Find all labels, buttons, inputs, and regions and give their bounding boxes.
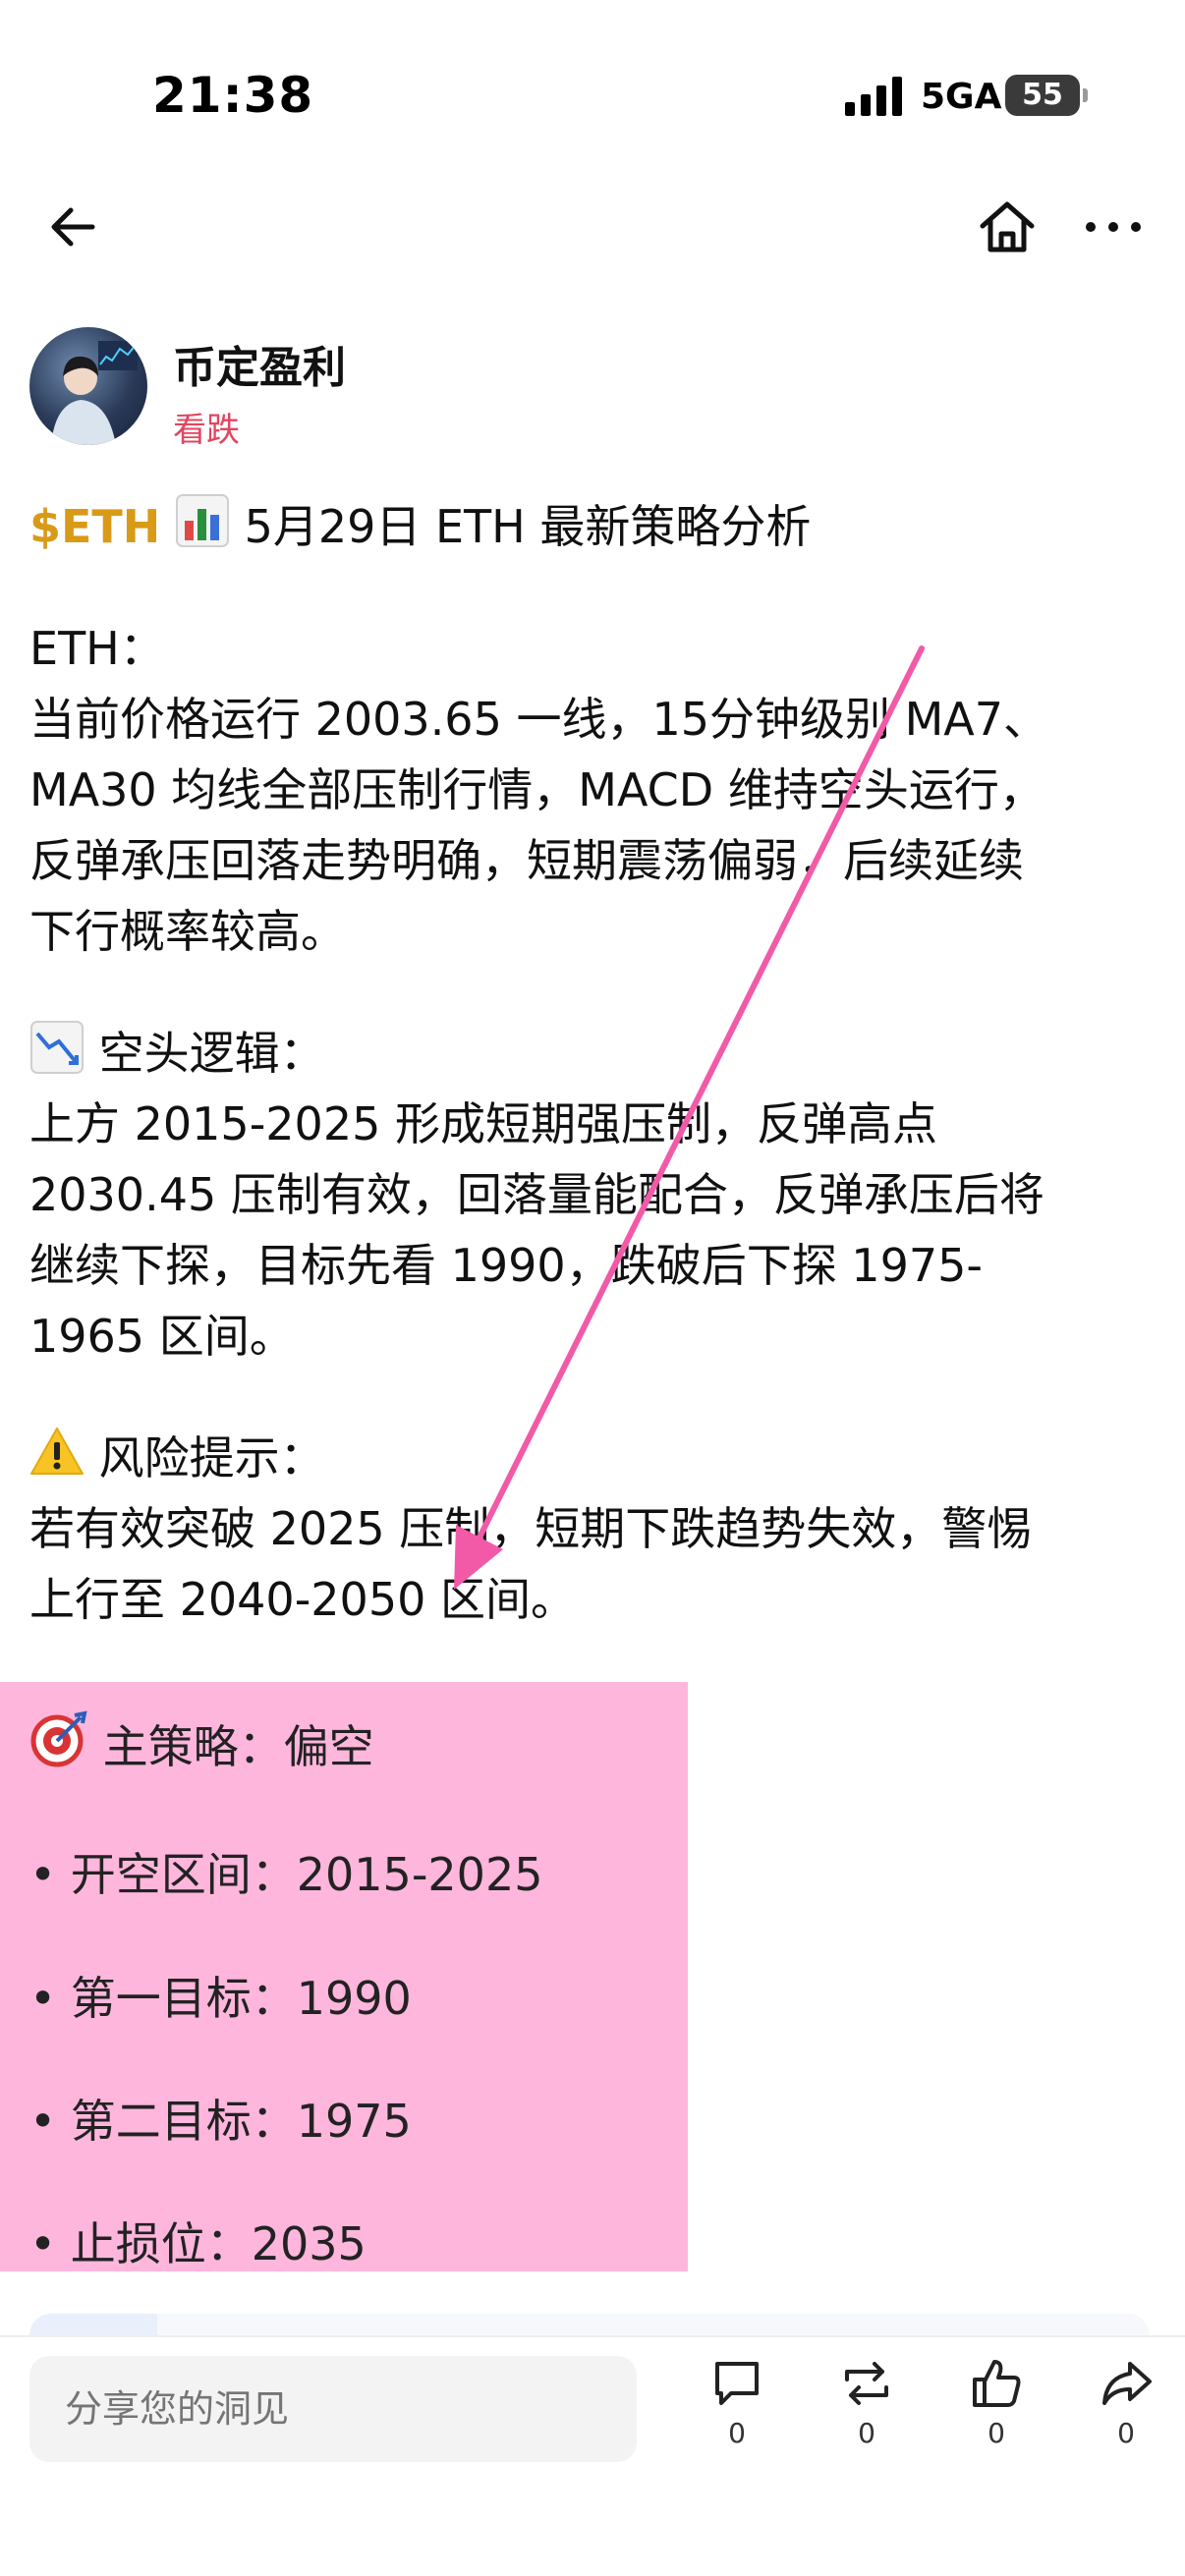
- strategy-main-row: 主策略：偏空: [29, 1709, 374, 1776]
- post-title: 5月29日 ETH 最新策略分析: [244, 500, 812, 553]
- eth-line: 下行概率较高。: [29, 905, 346, 958]
- repost-count: 0: [858, 2417, 875, 2449]
- share-count: 0: [1117, 2417, 1135, 2449]
- like-count: 0: [988, 2417, 1005, 2449]
- bear-line: 1965 区间。: [29, 1310, 295, 1363]
- ticker-link[interactable]: $ETH: [29, 500, 160, 553]
- strategy-item-stoploss: • 止损位：2035: [29, 2217, 367, 2270]
- strategy-item-target2: • 第二目标：1975: [29, 2095, 412, 2148]
- bear-line: 2030.45 压制有效，回落量能配合，反弹承压后将: [29, 1168, 1044, 1221]
- avatar-image: [51, 341, 138, 445]
- strategy-main: 主策略：偏空: [102, 1720, 374, 1773]
- back-arrow-icon[interactable]: [39, 193, 108, 261]
- signal-icon: [845, 77, 902, 116]
- risk-heading: 风险提示：: [98, 1431, 325, 1484]
- repost-icon: [845, 2362, 888, 2405]
- author-name[interactable]: 币定盈利: [173, 332, 346, 395]
- comment-button[interactable]: 0: [693, 2356, 781, 2464]
- strategy-item-target1: • 第一目标：1990: [29, 1972, 412, 2025]
- like-icon: [973, 2360, 1021, 2407]
- avatar[interactable]: [29, 327, 147, 445]
- eth-line: 当前价格运行 2003.65 一线，15分钟级别 MA7、: [29, 693, 1049, 746]
- sentiment-tag: 看跌: [173, 411, 240, 450]
- home-icon[interactable]: [973, 193, 1042, 261]
- strategy-highlight: 主策略：偏空 • 开空区间：2015-2025 • 第一目标：1990 • 第二…: [0, 1682, 688, 2271]
- battery-icon: 55: [1005, 75, 1088, 116]
- target-icon: [30, 1710, 87, 1767]
- risk-line: 若有效突破 2025 压制，短期下跌趋势失效，警惕: [29, 1502, 1033, 1555]
- bear-heading-line: 空头逻辑：: [29, 1018, 1159, 1089]
- post-title-line: $ETH 5月29日 ETH 最新策略分析: [29, 491, 1159, 562]
- comment-count: 0: [728, 2417, 746, 2449]
- bear-heading: 空头逻辑：: [98, 1027, 325, 1080]
- share-button[interactable]: 0: [1082, 2356, 1170, 2464]
- status-time: 21:38: [152, 67, 314, 124]
- network-label: 5GA: [921, 77, 1002, 117]
- status-bar: 21:38 5GA 55: [0, 0, 1185, 187]
- risk-line: 上行至 2040-2050 区间。: [29, 1573, 576, 1626]
- risk-heading-line: 风险提示：: [29, 1423, 1159, 1493]
- bear-line: 上方 2015-2025 形成短期强压制，反弹高点: [29, 1097, 937, 1150]
- strategy-item-entry: • 开空区间：2015-2025: [29, 1848, 543, 1901]
- post-body: $ETH 5月29日 ETH 最新策略分析 ETH： 当前价格运行 2003.6…: [29, 491, 1159, 1635]
- bottom-divider: [0, 2335, 1185, 2337]
- chart-bar-icon: [175, 494, 229, 547]
- eth-line: 反弹承压回落走势明确，短期震荡偏弱，后续延续: [29, 834, 1024, 887]
- repost-button[interactable]: 0: [822, 2356, 911, 2464]
- bear-line: 继续下探，目标先看 1990，跌破后下探 1975-: [29, 1239, 983, 1292]
- warning-icon: [30, 1428, 84, 1475]
- more-icon[interactable]: [1079, 193, 1148, 261]
- chart-down-icon: [30, 1021, 84, 1074]
- eth-label: ETH：: [29, 622, 165, 675]
- related-card-peek: [29, 2314, 1150, 2335]
- share-icon: [1102, 2362, 1152, 2405]
- like-button[interactable]: 0: [952, 2356, 1041, 2464]
- eth-line: MA30 均线全部压制行情，MACD 维持空头运行，: [29, 763, 1044, 816]
- comment-icon: [715, 2362, 759, 2405]
- battery-level: 55: [1022, 78, 1063, 112]
- comment-input[interactable]: [29, 2356, 637, 2462]
